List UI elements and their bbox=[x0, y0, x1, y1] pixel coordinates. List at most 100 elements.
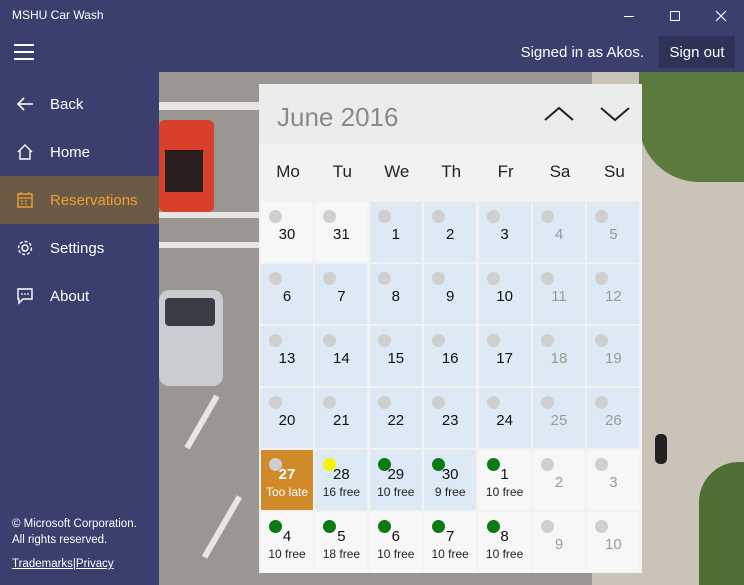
day-number: 28 bbox=[333, 466, 350, 483]
availability-dot-icon bbox=[595, 334, 609, 347]
day-number: 21 bbox=[333, 412, 350, 429]
availability-dot-icon bbox=[486, 210, 500, 223]
day-cell[interactable]: 3 bbox=[478, 202, 531, 262]
day-cell[interactable]: 1 bbox=[369, 202, 422, 262]
privacy-link[interactable]: Privacy bbox=[76, 558, 114, 570]
day-number: 4 bbox=[554, 226, 564, 243]
day-cell[interactable]: 25 bbox=[533, 388, 585, 448]
day-cell[interactable]: 7 bbox=[315, 264, 368, 324]
cyclist-image bbox=[655, 434, 667, 464]
day-cell[interactable]: 8 bbox=[369, 264, 422, 324]
day-number: 29 bbox=[387, 466, 405, 483]
back-arrow-icon bbox=[0, 96, 50, 112]
sidebar-item-reservations[interactable]: Reservations bbox=[0, 176, 159, 224]
day-cell[interactable]: 24 bbox=[478, 388, 531, 448]
day-number: 20 bbox=[278, 412, 296, 429]
day-number: 22 bbox=[387, 412, 405, 429]
day-cell[interactable]: 23 bbox=[424, 388, 477, 448]
sidebar-item-label: Back bbox=[50, 95, 84, 113]
day-cell[interactable]: 20 bbox=[261, 388, 313, 448]
availability-dot-icon bbox=[541, 334, 554, 347]
day-number: 1 bbox=[391, 226, 400, 243]
minimize-icon bbox=[624, 15, 634, 17]
title-bar: MSHU Car Wash bbox=[0, 0, 744, 32]
white-car-image bbox=[159, 290, 223, 386]
day-number: 2 bbox=[554, 474, 564, 491]
day-cell[interactable]: 16 bbox=[424, 326, 477, 386]
availability-dot-icon bbox=[432, 272, 446, 285]
day-cell[interactable]: 26 bbox=[587, 388, 640, 448]
weekday-header: Tu bbox=[332, 162, 352, 181]
day-number: 27 bbox=[278, 466, 296, 483]
next-month-button[interactable] bbox=[595, 98, 635, 130]
sidebar-item-about[interactable]: About bbox=[0, 272, 159, 320]
day-cell[interactable]: 31 bbox=[315, 202, 368, 262]
day-cell[interactable]: 3 bbox=[587, 450, 640, 510]
day-cell[interactable]: 14 bbox=[315, 326, 368, 386]
day-cell[interactable]: 6 bbox=[261, 264, 313, 324]
sidebar-item-settings[interactable]: Settings bbox=[0, 224, 159, 272]
day-cell[interactable]: 9 bbox=[424, 264, 477, 324]
day-cell[interactable]: 28 16 free bbox=[315, 450, 368, 510]
free-slots-label: 10 free bbox=[268, 547, 306, 561]
free-slots-label: 10 free bbox=[485, 485, 524, 499]
day-cell[interactable]: 5 18 free bbox=[315, 512, 368, 572]
day-cell[interactable]: 10 bbox=[587, 512, 640, 572]
day-cell[interactable]: 4 10 free bbox=[261, 512, 313, 572]
minimize-button[interactable] bbox=[606, 0, 652, 32]
day-cell[interactable]: 4 bbox=[533, 202, 585, 262]
availability-dot-icon bbox=[269, 272, 282, 285]
free-slots-label: 10 free bbox=[377, 485, 415, 499]
month-title: June 2016 bbox=[277, 102, 399, 132]
day-cell[interactable]: 27 Too late bbox=[261, 450, 313, 510]
rights-line: All rights reserved. bbox=[12, 534, 108, 546]
crosswalk-stripe bbox=[159, 212, 269, 218]
sidebar-item-label: About bbox=[50, 287, 90, 305]
day-cell[interactable]: 19 bbox=[587, 326, 640, 386]
previous-month-button[interactable] bbox=[539, 98, 579, 130]
day-number: 6 bbox=[391, 528, 400, 545]
day-number: 10 bbox=[605, 536, 622, 553]
day-number: 31 bbox=[333, 226, 350, 243]
day-cell[interactable]: 5 bbox=[587, 202, 640, 262]
day-cell[interactable]: 6 10 free bbox=[369, 512, 422, 572]
day-cell[interactable]: 9 bbox=[533, 512, 585, 572]
free-slots-label: 18 free bbox=[322, 547, 361, 561]
close-button[interactable] bbox=[698, 0, 744, 32]
day-number: 13 bbox=[278, 350, 296, 367]
day-cell[interactable]: 18 bbox=[533, 326, 585, 386]
day-cell[interactable]: 1 10 free bbox=[478, 450, 531, 510]
maximize-button[interactable] bbox=[652, 0, 698, 32]
day-cell[interactable]: 15 bbox=[369, 326, 422, 386]
day-number: 6 bbox=[282, 288, 292, 305]
day-cell[interactable]: 13 bbox=[261, 326, 313, 386]
day-number: 19 bbox=[605, 350, 622, 367]
day-number: 3 bbox=[609, 474, 618, 491]
day-cell[interactable]: 17 bbox=[478, 326, 531, 386]
day-number: 11 bbox=[551, 288, 567, 305]
day-cell[interactable]: 10 bbox=[478, 264, 531, 324]
day-cell[interactable]: 11 bbox=[533, 264, 585, 324]
day-cell[interactable]: 21 bbox=[315, 388, 368, 448]
day-cell[interactable]: 29 10 free bbox=[369, 450, 422, 510]
signed-in-label: Signed in as Akos. bbox=[520, 44, 644, 61]
day-cell[interactable]: 8 10 free bbox=[478, 512, 531, 572]
day-cell[interactable]: 30 bbox=[261, 202, 313, 262]
day-cell[interactable]: 12 bbox=[587, 264, 640, 324]
day-cell[interactable]: 2 bbox=[424, 202, 477, 262]
hamburger-menu-icon[interactable] bbox=[14, 44, 36, 60]
sign-out-button[interactable]: Sign out bbox=[659, 36, 735, 68]
day-number: 18 bbox=[550, 350, 568, 367]
availability-dot-icon bbox=[541, 396, 554, 409]
availability-dot-icon bbox=[595, 458, 609, 471]
sidebar-item-home[interactable]: Home bbox=[0, 128, 159, 176]
day-cell[interactable]: 30 9 free bbox=[424, 450, 477, 510]
calendar-icon bbox=[0, 191, 50, 209]
availability-dot-icon bbox=[541, 458, 554, 471]
trademarks-link[interactable]: Trademarks bbox=[12, 558, 73, 570]
day-cell[interactable]: 7 10 free bbox=[424, 512, 477, 572]
day-number: 4 bbox=[282, 528, 292, 545]
day-cell[interactable]: 22 bbox=[369, 388, 422, 448]
day-cell[interactable]: 2 bbox=[533, 450, 585, 510]
sidebar-item-back[interactable]: Back bbox=[0, 80, 159, 128]
